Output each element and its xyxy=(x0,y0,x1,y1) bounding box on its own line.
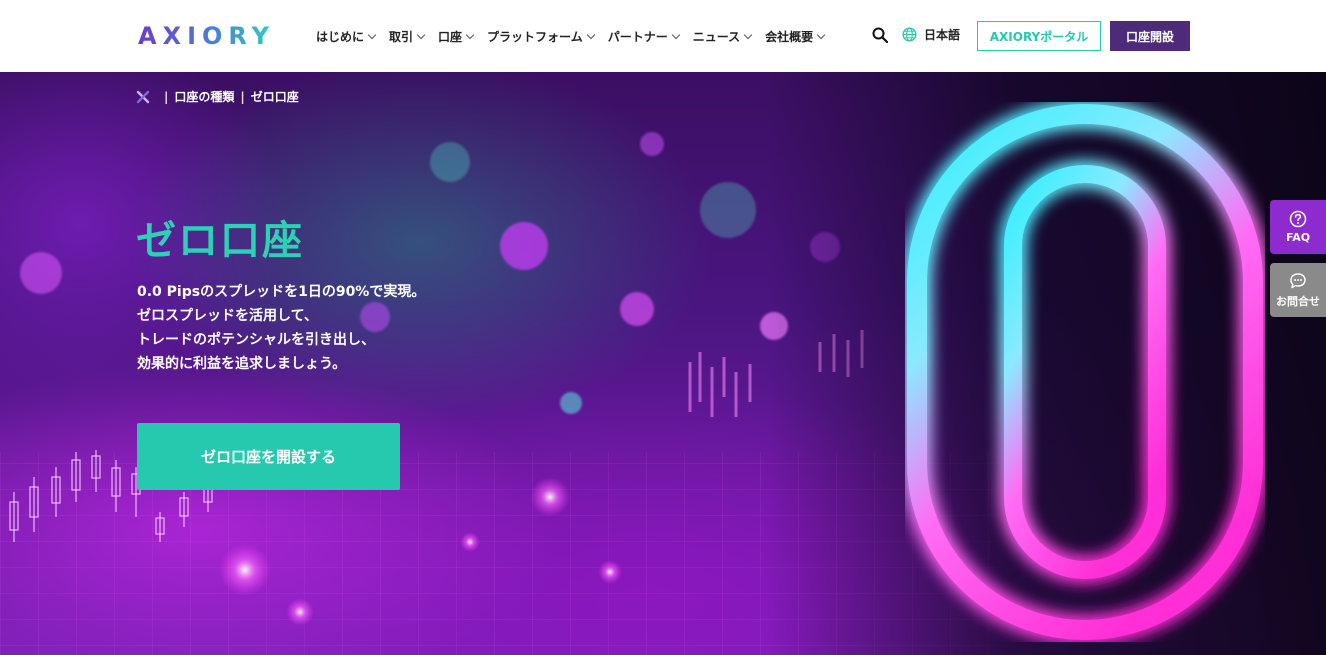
page-title: ゼロ口座 xyxy=(136,218,304,264)
hero-description-line: 効果的に利益を追求しましょう。 xyxy=(137,356,347,372)
faq-label: FAQ xyxy=(1285,231,1311,244)
hero-description-line: 0.0 Pipsのスプレッドを1日の90%で実現。 xyxy=(137,284,426,300)
axiory-x-icon[interactable] xyxy=(136,90,150,104)
question-circle-icon xyxy=(1289,210,1307,228)
language-label: 日本語 xyxy=(924,28,961,42)
breadcrumb: | 口座の種類 | ゼロ口座 xyxy=(136,88,299,105)
contact-button[interactable]: お問合せ xyxy=(1270,263,1326,317)
chevron-down-icon xyxy=(367,30,377,39)
chevron-down-icon xyxy=(816,30,826,39)
chevron-down-icon xyxy=(416,30,426,39)
nav-accounts[interactable]: 口座 xyxy=(438,28,475,45)
language-selector[interactable]: 日本語 xyxy=(902,26,960,43)
contact-label: お問合せ xyxy=(1276,294,1320,308)
site-header: AXIORY はじめに 取引 口座 プラットフォーム パートナー ニュース 会社… xyxy=(0,0,1326,72)
open-account-button[interactable]: 口座開設 xyxy=(1110,21,1190,51)
nav-partners[interactable]: パートナー xyxy=(608,28,680,45)
chat-bubble-icon xyxy=(1290,272,1306,288)
chevron-down-icon xyxy=(465,30,475,39)
breadcrumb-separator: | xyxy=(240,89,245,104)
nav-getting-started[interactable]: はじめに xyxy=(316,28,377,45)
nav-news[interactable]: ニュース xyxy=(693,28,753,45)
nav-platforms[interactable]: プラットフォーム xyxy=(487,28,595,45)
open-zero-account-button[interactable]: ゼロ口座を開設する xyxy=(137,423,400,490)
breadcrumb-account-types[interactable]: 口座の種類 xyxy=(174,88,234,105)
breadcrumb-separator: | xyxy=(164,89,169,104)
nav-company[interactable]: 会社概要 xyxy=(765,28,826,45)
breadcrumb-current: ゼロ口座 xyxy=(250,90,299,104)
chevron-down-icon xyxy=(671,30,680,39)
neon-zero-graphic xyxy=(907,104,1263,640)
hero-banner: | 口座の種類 | ゼロ口座 ゼロ口座 0.0 Pipsのスプレッドを1日の90… xyxy=(0,72,1326,655)
hero-description-line: ゼロスプレッドを活用して、 xyxy=(137,308,318,324)
chevron-down-icon xyxy=(743,30,753,39)
faq-button[interactable]: FAQ xyxy=(1270,200,1326,254)
chevron-down-icon xyxy=(586,30,595,39)
nav-trading[interactable]: 取引 xyxy=(389,28,426,45)
search-icon[interactable] xyxy=(872,27,888,43)
globe-icon xyxy=(902,27,917,42)
hero-description: 0.0 Pipsのスプレッドを1日の90%で実現。 ゼロスプレッドを活用して、 … xyxy=(137,280,425,376)
axiory-portal-button[interactable]: AXIORYポータル xyxy=(977,21,1101,51)
axiory-logo[interactable]: AXIORY xyxy=(138,20,275,52)
hero-description-line: トレードのポテンシャルを引き出し、 xyxy=(137,332,375,348)
main-nav: はじめに 取引 口座 プラットフォーム パートナー ニュース 会社概要 xyxy=(316,0,838,72)
